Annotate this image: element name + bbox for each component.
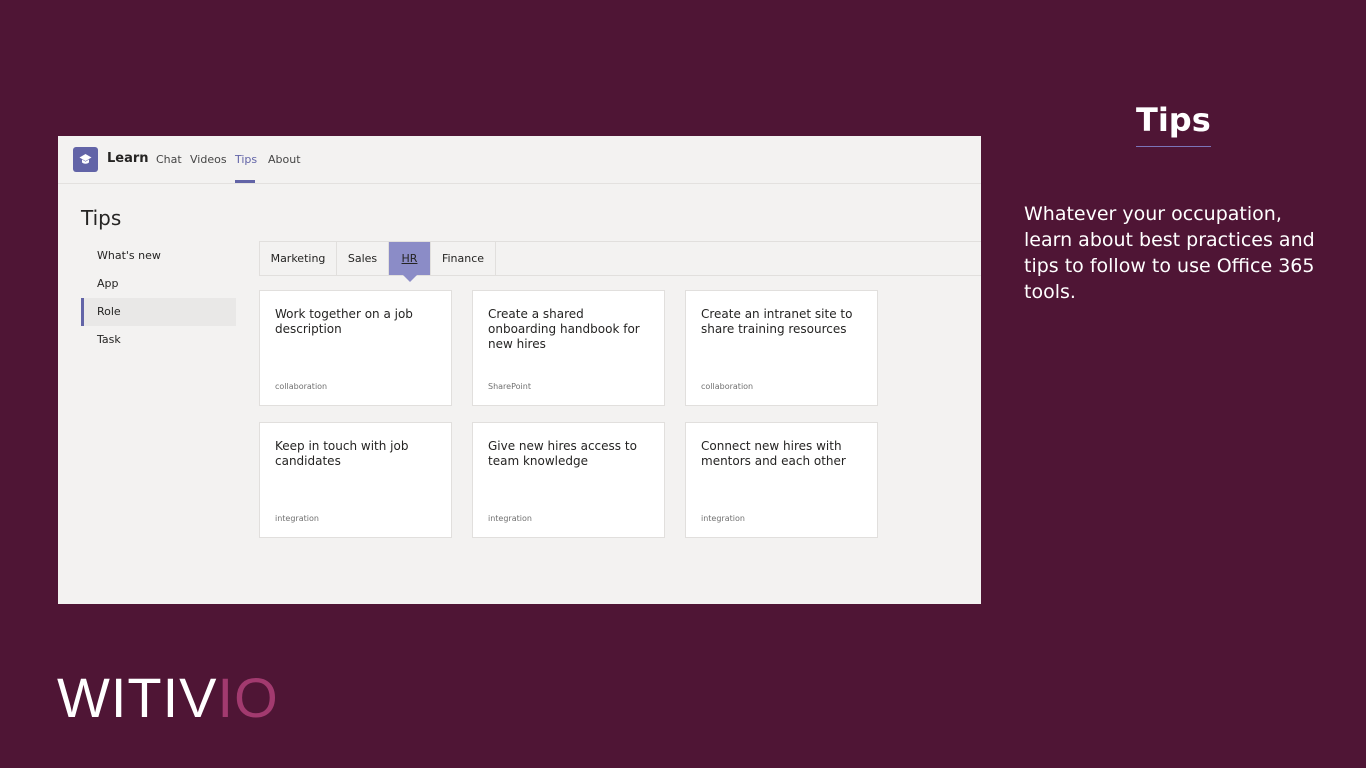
graduation-cap-icon	[79, 154, 92, 164]
tip-card-title: Create an intranet site to share trainin…	[701, 307, 853, 336]
active-tab-indicator	[235, 180, 255, 183]
sidebar-item-app[interactable]: App	[81, 270, 236, 298]
category-tab-sales[interactable]: Sales	[337, 242, 389, 275]
app-header: Learn Chat Videos Tips About	[58, 136, 981, 184]
tab-tips[interactable]: Tips	[235, 153, 257, 166]
tip-card[interactable]: Connect new hires with mentors and each …	[685, 422, 878, 538]
slide-description: Whatever your occupation, learn about be…	[1024, 203, 1315, 303]
sidebar-item-task[interactable]: Task	[81, 326, 236, 354]
tip-card-tag: SharePoint	[488, 382, 531, 391]
logo-main-text: WITIV	[57, 666, 218, 729]
page-heading: Tips	[81, 206, 122, 230]
learn-app-icon[interactable]	[73, 147, 98, 172]
sidebar-item-role[interactable]: Role	[81, 298, 236, 326]
tip-card-title: Create a shared onboarding handbook for …	[488, 307, 640, 351]
tip-card-tag: integration	[488, 514, 532, 523]
tab-videos[interactable]: Videos	[190, 153, 227, 166]
tip-card-title: Keep in touch with job candidates	[275, 439, 409, 468]
logo-accent-text: IO	[217, 666, 279, 729]
sidebar-item-whats-new[interactable]: What's new	[81, 242, 236, 270]
tab-about[interactable]: About	[268, 153, 301, 166]
tip-card[interactable]: Keep in touch with job candidates integr…	[259, 422, 452, 538]
tip-card[interactable]: Work together on a job description colla…	[259, 290, 452, 406]
category-tab-hr[interactable]: HR	[389, 242, 431, 282]
tip-card[interactable]: Create an intranet site to share trainin…	[685, 290, 878, 406]
tip-card-title: Give new hires access to team knowledge	[488, 439, 637, 468]
tip-card-tag: integration	[701, 514, 745, 523]
tip-card[interactable]: Create a shared onboarding handbook for …	[472, 290, 665, 406]
app-screenshot: Learn Chat Videos Tips About Tips What's…	[58, 136, 981, 604]
witivio-logo: WITIVIO	[57, 666, 279, 730]
tip-card-tag: collaboration	[701, 382, 754, 391]
category-tab-finance[interactable]: Finance	[431, 242, 496, 275]
app-name: Learn	[107, 151, 149, 166]
category-tab-bar: Marketing Sales HR Finance	[259, 241, 981, 282]
tip-card-tag: integration	[275, 514, 319, 523]
slide-title: Tips	[1136, 100, 1211, 147]
tab-chat[interactable]: Chat	[156, 153, 182, 166]
tip-card-title: Connect new hires with mentors and each …	[701, 439, 846, 468]
tip-card-tag: collaboration	[275, 382, 328, 391]
tip-card[interactable]: Give new hires access to team knowledge …	[472, 422, 665, 538]
tip-card-title: Work together on a job description	[275, 307, 413, 336]
category-tab-marketing[interactable]: Marketing	[260, 242, 337, 275]
